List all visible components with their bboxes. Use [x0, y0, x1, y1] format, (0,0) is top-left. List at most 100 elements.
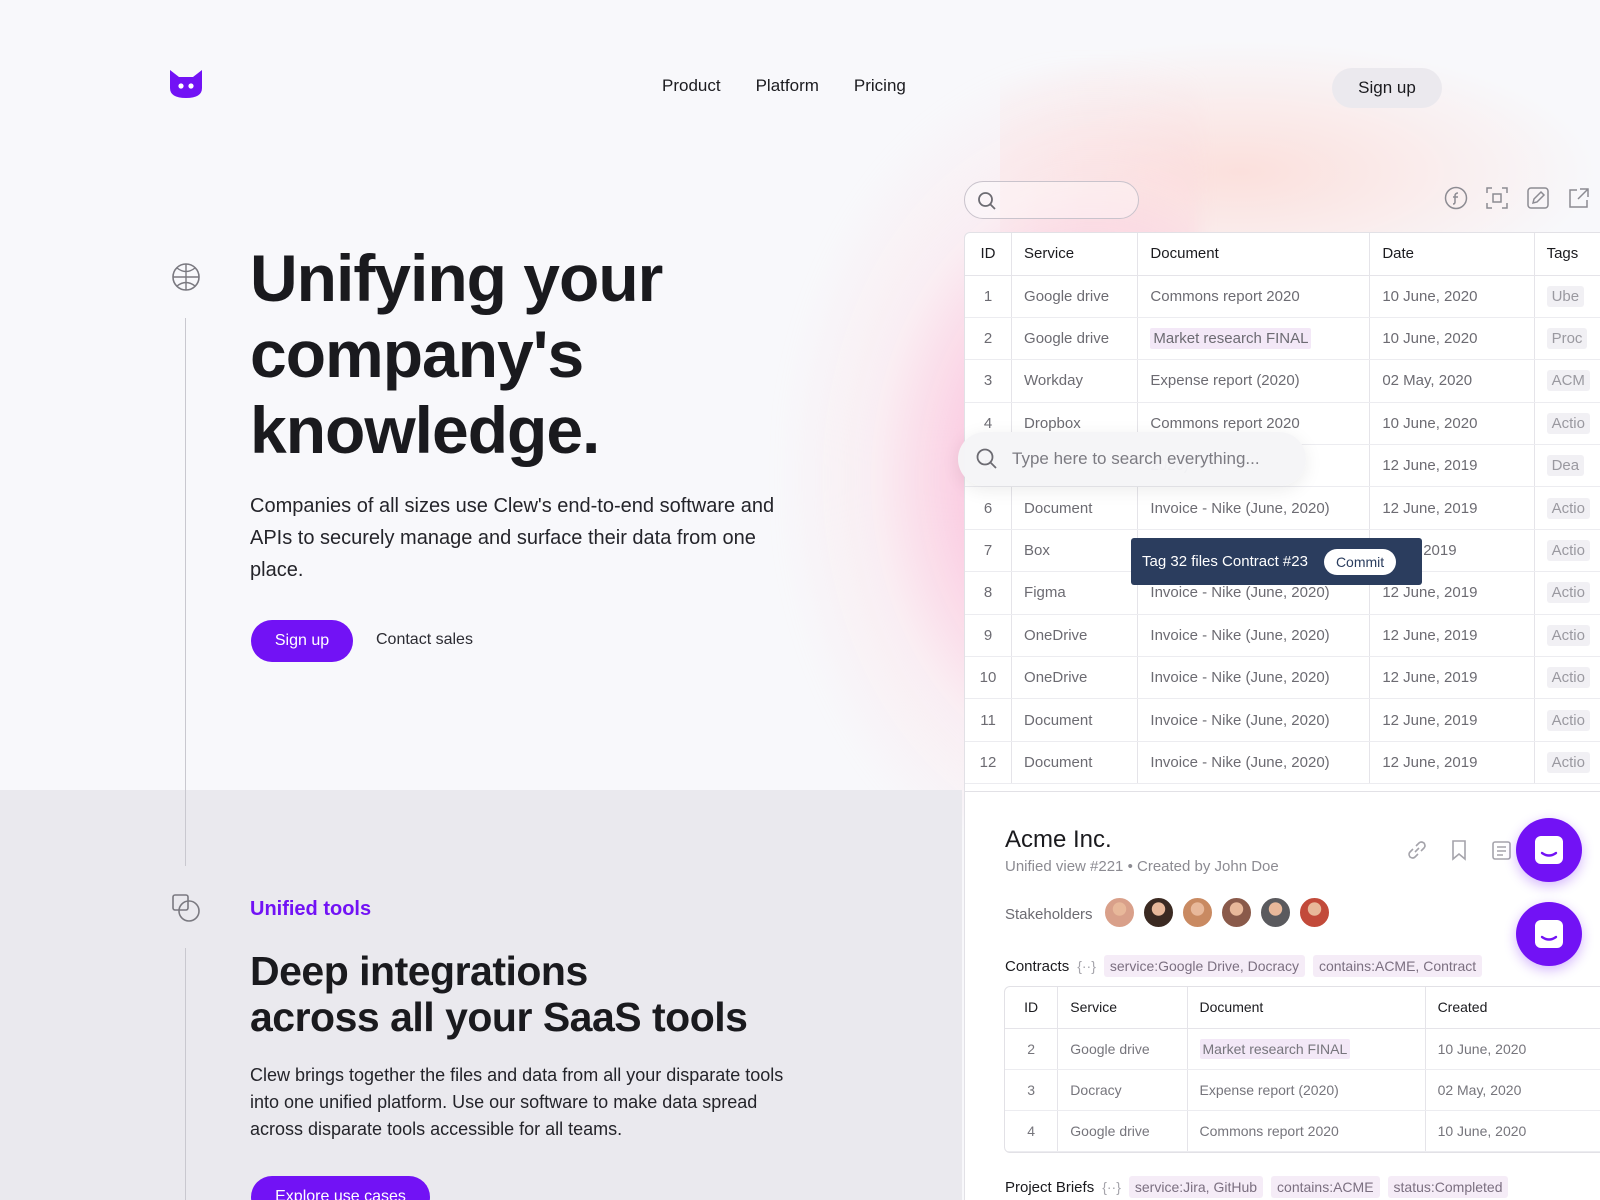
table-row[interactable]: 6 Document Invoice - Nike (June, 2020) 12 J…: [965, 486, 1600, 530]
cell-service: OneDrive: [1011, 614, 1139, 658]
col-id[interactable]: ID: [1005, 987, 1059, 1029]
stakeholder-avatars: [1103, 896, 1331, 929]
project-briefs-row: Project Briefs {··} service:Jira, GitHub…: [1005, 1176, 1509, 1198]
cell-service-text: Docracy: [1070, 1081, 1122, 1098]
cell-document-text: Expense report (2020): [1199, 1081, 1339, 1098]
contract-row[interactable]: 4 Google drive Commons report 2020 10 June,…: [1005, 1110, 1600, 1152]
avatar[interactable]: [1142, 896, 1175, 929]
cell-id: 11: [965, 698, 1013, 742]
cell-service: Document: [1011, 698, 1139, 742]
cell-id: 2: [965, 317, 1013, 361]
col-date[interactable]: Date: [1369, 233, 1535, 276]
cell-created-text: 02 May, 2020: [1437, 1081, 1522, 1098]
nav-pricing[interactable]: Pricing: [854, 76, 906, 96]
cell-created: 10 June, 2020: [1425, 1110, 1600, 1152]
col-document[interactable]: Document: [1137, 233, 1371, 276]
cell-id: 1: [965, 275, 1013, 318]
cell-tags: Actio: [1534, 402, 1600, 446]
cell-id-text: 10: [979, 669, 997, 687]
cell-service-text: OneDrive: [1024, 626, 1088, 644]
filter-chip[interactable]: status:Completed: [1387, 1176, 1509, 1198]
cell-date: 12 June, 2019: [1369, 656, 1535, 700]
cell-id-text: 9: [983, 626, 993, 644]
col-id[interactable]: ID: [965, 233, 1013, 276]
table-row[interactable]: 10 OneDrive Invoice - Nike (June, 2020) 12 …: [965, 656, 1600, 700]
table-row[interactable]: 11 Document Invoice - Nike (June, 2020) 12 …: [965, 698, 1600, 742]
cell-created-text: 10 June, 2020: [1437, 1122, 1527, 1139]
contract-row[interactable]: 2 Google drive Market research FINAL 10 Jun…: [1005, 1028, 1600, 1070]
avatar[interactable]: [1259, 896, 1292, 929]
brace-icon: {··}: [1077, 958, 1096, 974]
cell-date-text: 10 June, 2020: [1382, 330, 1478, 348]
cell-document-text: Market research FINAL: [1150, 328, 1312, 350]
chat-launcher-button[interactable]: [1516, 902, 1582, 966]
cell-document-text: Invoice - Nike (June, 2020): [1150, 753, 1330, 771]
cell-document: Invoice - Nike (June, 2020): [1137, 656, 1371, 700]
external-link-icon[interactable]: [1567, 186, 1591, 210]
cell-id: 6: [965, 486, 1013, 530]
cell-document: Invoice - Nike (June, 2020): [1137, 486, 1371, 530]
scan-icon[interactable]: [1485, 186, 1509, 210]
col-tags[interactable]: Tags: [1534, 233, 1600, 276]
globe-icon: [172, 263, 200, 291]
list-icon[interactable]: [1489, 838, 1513, 862]
global-search-input[interactable]: Type here to search everything...: [958, 432, 1306, 486]
header-signup-button[interactable]: Sign up: [1332, 68, 1442, 108]
cell-date: 12 June, 2019: [1369, 444, 1535, 488]
contact-sales-link[interactable]: Contact sales: [376, 631, 473, 649]
cell-tags-text: Actio: [1546, 624, 1590, 646]
cell-date-text: 12 June, 2019: [1382, 626, 1478, 644]
contracts-table: ID Service Document Created 2 Google driv…: [1004, 986, 1600, 1153]
table-row[interactable]: 1 Google drive Commons report 2020 10 June,…: [965, 275, 1600, 318]
cell-document: Invoice - Nike (June, 2020): [1137, 698, 1371, 742]
contract-row[interactable]: 3 Docracy Expense report (2020) 02 May, 202…: [1005, 1069, 1600, 1111]
cell-service-text: Document: [1024, 753, 1093, 771]
cell-id-text: 4: [1027, 1122, 1036, 1139]
col-service[interactable]: Service: [1011, 233, 1139, 276]
formula-icon[interactable]: [1444, 186, 1468, 210]
explore-use-cases-button[interactable]: Explore use cases: [251, 1176, 430, 1200]
avatar[interactable]: [1181, 896, 1214, 929]
cell-service: Box: [1011, 529, 1139, 573]
table-row[interactable]: 2 Google drive Market research FINAL 10 Jun…: [965, 317, 1600, 361]
shapes-icon: [172, 894, 200, 922]
chat-launcher-button[interactable]: [1516, 818, 1582, 882]
table-search-input[interactable]: [964, 181, 1139, 219]
chat-icon: [1535, 836, 1563, 864]
col-document[interactable]: Document: [1187, 987, 1426, 1029]
cell-service-text: Box: [1024, 542, 1050, 560]
commit-button[interactable]: Commit: [1323, 548, 1397, 575]
cell-tags: Actio: [1534, 656, 1600, 700]
nav-platform[interactable]: Platform: [756, 76, 819, 96]
bookmark-icon[interactable]: [1447, 838, 1471, 862]
tag-toast: Tag 32 files Contract #23 Commit: [1131, 538, 1422, 585]
section-title-line2: across all your SaaS tools: [250, 994, 748, 1040]
table-row[interactable]: 12 Document Invoice - Nike (June, 2020) 12 …: [965, 741, 1600, 785]
nav-product[interactable]: Product: [662, 76, 721, 96]
avatar[interactable]: [1103, 896, 1136, 929]
filter-chip[interactable]: contains:ACME: [1271, 1176, 1380, 1198]
cell-id-text: 4: [983, 414, 993, 432]
clew-logo-icon[interactable]: [168, 68, 204, 100]
filter-chip[interactable]: contains:ACME, Contract: [1312, 955, 1483, 977]
cell-date-text: 12 June, 2019: [1382, 499, 1478, 517]
col-service[interactable]: Service: [1057, 987, 1188, 1029]
cell-document: Commons report 2020: [1187, 1110, 1426, 1152]
edit-icon[interactable]: [1526, 186, 1550, 210]
cell-document-text: Commons report 2020: [1199, 1122, 1339, 1139]
cell-id-text: 8: [983, 584, 993, 602]
filter-chip[interactable]: service:Google Drive, Docracy: [1103, 955, 1305, 977]
hero-signup-button[interactable]: Sign up: [251, 620, 353, 662]
cell-service: Google drive: [1057, 1028, 1188, 1070]
cell-service: Workday: [1011, 359, 1139, 403]
link-icon[interactable]: [1405, 838, 1429, 862]
filter-chip[interactable]: service:Jira, GitHub: [1128, 1176, 1264, 1198]
cell-service: Docracy: [1057, 1069, 1188, 1111]
table-row[interactable]: 9 OneDrive Invoice - Nike (June, 2020) 12 J…: [965, 614, 1600, 658]
col-created[interactable]: Created: [1425, 987, 1600, 1029]
cell-document-text: Invoice - Nike (June, 2020): [1150, 711, 1330, 729]
avatar[interactable]: [1220, 896, 1253, 929]
avatar[interactable]: [1298, 896, 1331, 929]
cell-tags-text: Actio: [1546, 582, 1590, 604]
table-row[interactable]: 3 Workday Expense report (2020) 02 May, 202…: [965, 359, 1600, 403]
